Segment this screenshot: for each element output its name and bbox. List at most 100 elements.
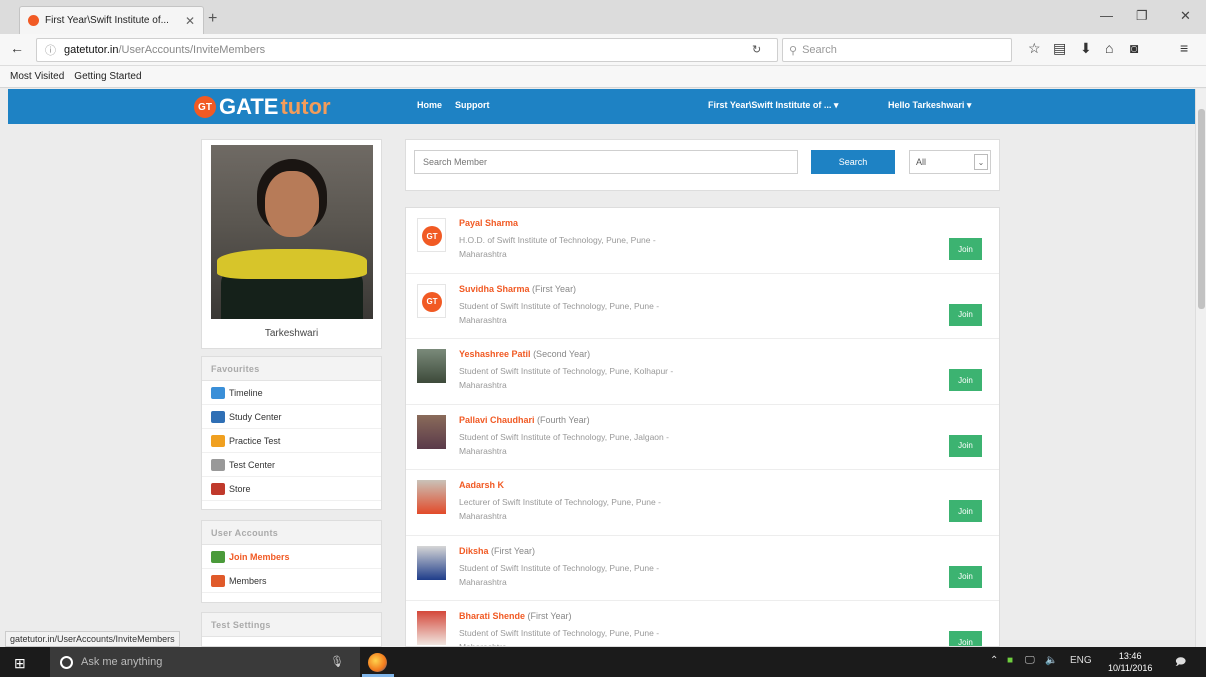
member-name[interactable]: Pallavi Chaudhari (459, 415, 535, 425)
sidebar-item-join-members[interactable]: Join Members (202, 545, 381, 569)
logo-gate-text: GATE (219, 94, 279, 119)
sidebar-item-practice-test[interactable]: Practice Test (202, 429, 381, 453)
sidebar-item-store[interactable]: Store (202, 477, 381, 501)
profile-photo[interactable] (211, 145, 373, 319)
list-item: Aadarsh K Lecturer of Swift Institute of… (406, 470, 999, 536)
member-description: Student of Swift Institute of Technology… (459, 562, 660, 587)
avatar[interactable] (417, 349, 446, 383)
cortana-icon (60, 655, 73, 669)
browser-search-field[interactable]: ⚲ Search (782, 38, 1012, 62)
tab-title: First Year\Swift Institute of... (45, 15, 169, 26)
network-icon[interactable]: 🖵 (1025, 655, 1035, 666)
avatar[interactable] (417, 611, 446, 645)
close-tab-icon[interactable]: ✕ (185, 14, 195, 28)
member-description: Student of Swift Institute of Technology… (459, 366, 674, 390)
info-icon[interactable]: ⓘ (45, 42, 56, 58)
list-item: Yeshashree Patil (Second Year) Student o… (406, 339, 999, 405)
member-filter-select[interactable]: All ⌄ (909, 150, 991, 174)
pocket-icon[interactable]: ◙ (1130, 40, 1138, 56)
avatar[interactable] (417, 545, 446, 580)
avatar[interactable]: GT (417, 283, 446, 318)
browser-tab[interactable]: First Year\Swift Institute of... ✕ (19, 6, 204, 34)
member-name[interactable]: Yeshashree Patil (459, 349, 531, 359)
member-name[interactable]: Suvidha Sharma (459, 284, 530, 294)
bookmark-most-visited[interactable]: Most Visited (10, 71, 64, 82)
join-button[interactable]: Join (949, 500, 982, 522)
join-button[interactable]: Join (949, 238, 982, 260)
sidebar-item-label: Members (229, 575, 267, 586)
member-year: (First Year) (527, 611, 572, 621)
maximize-icon[interactable]: ❐ (1136, 8, 1148, 24)
nav-support[interactable]: Support (455, 100, 490, 110)
sidebar-item-label: Store (229, 483, 251, 494)
nav-home[interactable]: Home (417, 100, 442, 110)
practice-test-icon (211, 434, 225, 447)
sidebar-item-label: Study Center (229, 411, 282, 422)
study-center-icon (211, 410, 225, 423)
join-button[interactable]: Join (949, 434, 982, 457)
sidebar-item-timeline[interactable]: Timeline (202, 381, 381, 405)
close-window-icon[interactable]: ✕ (1180, 8, 1191, 24)
volume-icon[interactable]: 🔈 (1045, 655, 1057, 666)
download-icon[interactable]: ⬇ (1080, 40, 1092, 57)
avatar[interactable]: GT (417, 218, 446, 252)
sidebar-item-test-center[interactable]: Test Center (202, 453, 381, 477)
user-menu[interactable]: Hello Tarkeshwari ▾ (888, 100, 971, 111)
sidebar-item-members[interactable]: Members (202, 569, 381, 593)
cortana-search-box[interactable]: Ask me anything 🎙 (50, 647, 360, 677)
new-tab-icon[interactable]: + (208, 10, 217, 28)
profile-name: Tarkeshwari (264, 328, 319, 339)
menu-icon[interactable]: ≡ (1180, 40, 1188, 56)
member-description: Student of Swift Institute of Technology… (459, 431, 669, 456)
language-indicator[interactable]: ENG (1070, 655, 1092, 666)
tray-app-icon[interactable]: ■ (1007, 655, 1013, 666)
member-search-input[interactable] (414, 150, 798, 174)
timeline-icon (211, 386, 225, 399)
reading-list-icon[interactable]: ▤ (1053, 40, 1066, 57)
clock-date: 10/11/2016 (1108, 663, 1153, 673)
join-button[interactable]: Join (949, 631, 982, 646)
gatetutor-logo[interactable]: GT GATE tutor (194, 93, 331, 121)
bookmark-star-icon[interactable]: ☆ (1028, 40, 1041, 57)
member-name[interactable]: Payal Sharma (459, 218, 518, 228)
avatar[interactable] (417, 480, 446, 514)
member-name[interactable]: Diksha (459, 546, 489, 556)
browser-tab-bar: First Year\Swift Institute of... ✕ + — ❐… (0, 0, 1206, 34)
status-bar-url: gatetutor.in/UserAccounts/InviteMembers (5, 631, 180, 647)
list-item: GT Payal Sharma H.O.D. of Swift Institut… (406, 208, 999, 274)
tray-chevron-icon[interactable]: ⌃ (990, 655, 998, 666)
join-button[interactable]: Join (949, 565, 982, 588)
chevron-down-icon[interactable]: ⌄ (974, 154, 988, 170)
url-path: /UserAccounts/InviteMembers (118, 44, 266, 56)
join-button[interactable]: Join (949, 369, 982, 391)
avatar[interactable] (417, 414, 446, 449)
windows-start-icon[interactable]: ⊞ (14, 655, 26, 672)
sidebar-item-study-center[interactable]: Study Center (202, 405, 381, 429)
system-clock[interactable]: 13:46 10/11/2016 (1108, 650, 1152, 674)
browser-search-placeholder: Search (802, 44, 837, 56)
test-settings-heading: Test Settings (202, 613, 381, 637)
scrollbar-thumb[interactable] (1198, 109, 1205, 309)
home-icon[interactable]: ⌂ (1105, 40, 1113, 56)
back-icon[interactable]: ← (10, 40, 24, 56)
members-list: GT Payal Sharma H.O.D. of Swift Institut… (405, 207, 1000, 647)
sidebar-item-label: Timeline (229, 387, 263, 398)
address-bar[interactable]: ⓘ gatetutor.in /UserAccounts/InviteMembe… (36, 38, 778, 62)
minimize-icon[interactable]: — (1100, 8, 1113, 23)
firefox-taskbar-icon[interactable] (368, 653, 387, 672)
search-button[interactable]: Search (811, 150, 895, 174)
member-name[interactable]: Bharati Shende (459, 611, 525, 621)
windows-taskbar: ⊞ Ask me anything 🎙 ⌃ ■ 🖵 🔈 ENG 13:46 10… (0, 647, 1206, 677)
page-scrollbar[interactable] (1195, 89, 1206, 647)
microphone-icon[interactable]: 🎙 (330, 655, 344, 668)
member-year: (Fourth Year) (537, 414, 590, 425)
member-name[interactable]: Aadarsh K (459, 480, 504, 490)
notifications-icon[interactable]: 🗩 (1175, 655, 1186, 672)
bookmark-getting-started[interactable]: Getting Started (74, 71, 141, 82)
institute-menu[interactable]: First Year\Swift Institute of ... ▾ (708, 100, 838, 111)
favourites-panel: Favourites Timeline Study Center Practic… (201, 356, 382, 510)
reload-icon[interactable]: ↻ (752, 43, 761, 56)
list-item: GT Suvidha Sharma (First Year) Student o… (406, 274, 999, 339)
join-button[interactable]: Join (949, 303, 982, 326)
member-search-card: Search All ⌄ (405, 139, 1000, 191)
